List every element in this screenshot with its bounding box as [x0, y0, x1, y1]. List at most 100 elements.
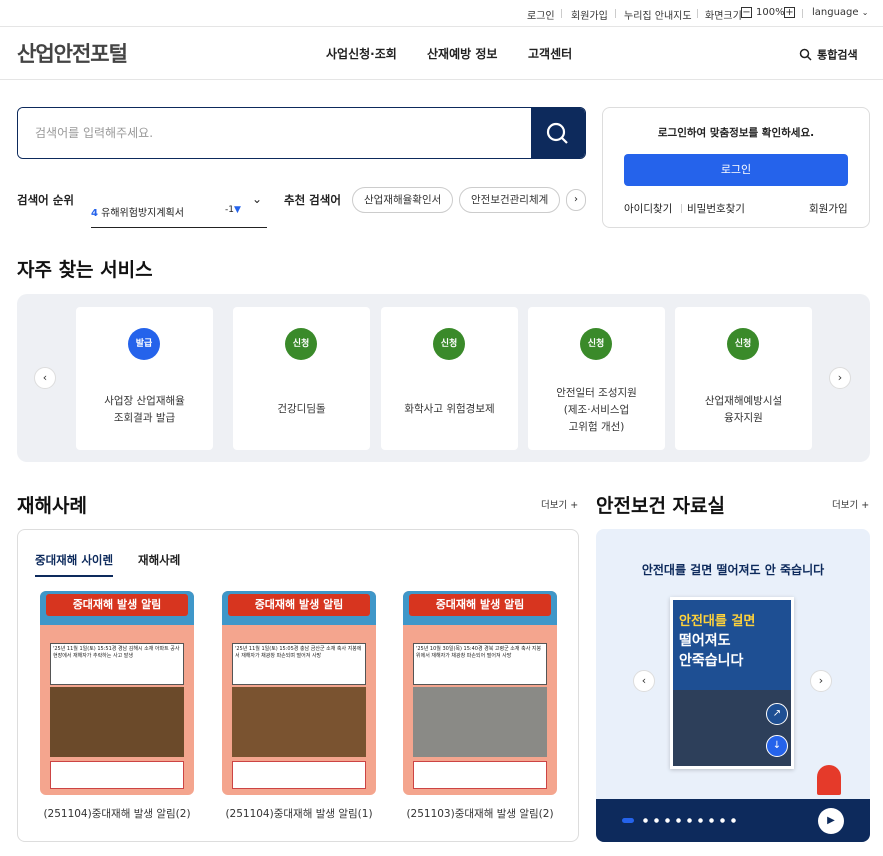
resources-title: 안전보건 자료실 [596, 495, 725, 517]
next-arrow-icon[interactable]: › [810, 670, 832, 692]
global-search-label: 통합검색 [817, 48, 858, 62]
plus-icon: + [570, 500, 579, 511]
recommend-chip[interactable]: 산업재해율확인서 [352, 187, 454, 213]
language-select[interactable]: language ⌄ [812, 7, 868, 18]
banner-title: 안전대를 걸면 떨어져도 안 죽습니다 [641, 563, 825, 577]
login-panel: 로그인하여 맞춤정보를 확인하세요. 로그인 아이디찾기 비밀번호찾기 회원가입 [602, 107, 870, 228]
util-login-link[interactable]: 로그인 [527, 7, 555, 22]
menu-support[interactable]: 고객센터 [528, 45, 572, 62]
rank-label: 검색어 순위 [17, 193, 74, 207]
service-label: 안전일터 조성지원 (제조·서비스업 고위험 개선) [556, 387, 637, 433]
cases-title: 재해사례 [17, 495, 87, 517]
menu-apply[interactable]: 사업신청·조회 [326, 45, 397, 62]
case-caption[interactable]: (251103)중대재해 발생 알림(2) [395, 806, 565, 821]
divider [802, 9, 803, 18]
chevron-right-icon[interactable]: › [566, 189, 586, 211]
case-caption[interactable]: (251104)중대재해 발생 알림(2) [32, 806, 202, 821]
resource-book-cover[interactable]: 안전대를 걸면 떨어져도 안죽습니다 ↗ ↓ [670, 597, 794, 769]
search-button[interactable] [531, 108, 585, 158]
poster-footer [413, 761, 547, 789]
chevron-down-icon[interactable]: ⌄ [252, 192, 262, 206]
case-caption[interactable]: (251104)중대재해 발생 알림(1) [214, 806, 384, 821]
util-join-link[interactable]: 회원가입 [571, 7, 608, 22]
recommend-label: 추천 검색어 [284, 193, 341, 207]
search-icon [546, 122, 568, 144]
service-badge: 신청 [285, 328, 317, 360]
menu-prevention[interactable]: 산재예방 정보 [427, 45, 497, 62]
tab-disaster-cases[interactable]: 재해사례 [138, 552, 180, 568]
find-id-link[interactable]: 아이디찾기 [624, 201, 672, 216]
more-label: 더보기 [832, 500, 859, 511]
search-input[interactable] [18, 108, 532, 158]
service-card[interactable]: 발급 사업장 산업재해율 조회결과 발급 [76, 307, 213, 450]
services-carousel: ‹ 발급 사업장 산업재해율 조회결과 발급 신청 건강디딤돌 신청 화학사고 … [17, 294, 870, 462]
case-poster[interactable]: 중대재해 발생 알림 '25년 11월 1일(토) 15:51경 경남 김해시 … [40, 591, 194, 795]
search-rank-ticker[interactable]: 4 유해위험방지계획서 -1▼ ⌄ [91, 180, 267, 228]
service-card[interactable]: 신청 산업재해예방시설 융자지원 [675, 307, 812, 450]
pagination-dot-active[interactable] [622, 818, 634, 823]
join-link[interactable]: 회원가입 [809, 201, 848, 216]
pagination-dots[interactable] [640, 818, 740, 823]
recommend-chip[interactable]: 안전보건관리체계 [459, 187, 561, 213]
poster-title: 중대재해 발생 알림 [46, 594, 188, 616]
poster-title: 중대재해 발생 알림 [409, 594, 551, 616]
tab-serious-siren[interactable]: 중대재해 사이렌 [35, 552, 114, 577]
find-pw-link[interactable]: 비밀번호찾기 [687, 201, 745, 216]
divider [681, 204, 682, 213]
login-button[interactable]: 로그인 [624, 154, 848, 186]
divider [615, 9, 616, 18]
service-card[interactable]: 신청 건강디딤돌 [233, 307, 370, 450]
services-title: 자주 찾는 서비스 [17, 259, 153, 281]
zoom-in-button[interactable]: + [784, 7, 795, 19]
divider [697, 9, 698, 18]
play-icon[interactable]: ▶ [818, 808, 844, 834]
service-card[interactable]: 신청 화학사고 위험경보제 [381, 307, 518, 450]
zoom-label: 화면크기 [705, 11, 742, 22]
siren-icon [814, 761, 844, 799]
rank-item-text: 유해위험방지계획서 [101, 208, 184, 219]
login-message: 로그인하여 맞춤정보를 확인하세요. [657, 127, 815, 139]
cases-more-link[interactable]: 더보기 + [541, 497, 578, 511]
rank-change: -1▼ [225, 205, 241, 215]
chevron-down-icon: ⌄ [861, 8, 869, 17]
case-poster[interactable]: 중대재해 발생 알림 '25년 11월 1일(토) 15:05경 충남 금산군 … [222, 591, 376, 795]
arrow-down-icon: ▼ [233, 205, 241, 215]
poster-image [413, 687, 547, 757]
poster-footer [232, 761, 366, 789]
cases-panel: 중대재해 사이렌 재해사례 중대재해 발생 알림 '25년 11월 1일(토) … [17, 529, 579, 842]
resources-more-link[interactable]: 더보기 + [832, 497, 869, 511]
zoom-out-button[interactable]: − [741, 7, 752, 19]
main-header: 산업안전포털 사업신청·조회 산재예방 정보 고객센터 통합검색 [0, 27, 883, 80]
service-badge: 발급 [128, 328, 160, 360]
rank-change-value: -1 [225, 205, 234, 215]
service-card[interactable]: 신청 안전일터 조성지원 (제조·서비스업 고위험 개선) [528, 307, 665, 450]
poster-description: '25년 11월 1일(토) 15:05경 충남 금산군 소재 축사 지붕에서 … [232, 643, 366, 685]
divider [561, 9, 562, 18]
zoom-out-icon: − [741, 7, 752, 18]
book-line-1: 안전대를 걸면 [679, 614, 756, 629]
util-sitemap-link[interactable]: 누리집 안내지도 [624, 7, 692, 22]
book-line-3: 안죽습니다 [679, 653, 744, 669]
service-badge: 신청 [727, 328, 759, 360]
banner-controls: ▶ [596, 799, 870, 842]
resources-banner: 안전대를 걸면 떨어져도 안 죽습니다 안전대를 걸면 떨어져도 안죽습니다 ↗… [596, 529, 870, 842]
service-badge: 신청 [433, 328, 465, 360]
case-poster[interactable]: 중대재해 발생 알림 '25년 10월 30일(목) 15:40경 경북 고령군… [403, 591, 557, 795]
poster-title: 중대재해 발생 알림 [228, 594, 370, 616]
download-icon[interactable]: ↓ [766, 735, 788, 757]
poster-description: '25년 11월 1일(토) 15:51경 경남 김해시 소재 아파트 공사 현… [50, 643, 184, 685]
poster-footer [50, 761, 184, 789]
external-link-icon[interactable]: ↗ [766, 703, 788, 725]
global-search-button[interactable]: 통합검색 [799, 44, 858, 63]
service-label: 화학사고 위험경보제 [404, 403, 495, 415]
prev-arrow-icon[interactable]: ‹ [34, 367, 56, 389]
rank-number: 4 [91, 208, 98, 219]
more-label: 더보기 [541, 500, 568, 511]
book-line-2: 떨어져도 [679, 633, 731, 649]
rank-item: 4 유해위험방지계획서 [91, 204, 184, 219]
poster-image [50, 687, 184, 757]
next-arrow-icon[interactable]: › [829, 367, 851, 389]
site-logo[interactable]: 산업안전포털 [17, 38, 128, 68]
service-label: 건강디딤돌 [277, 403, 326, 415]
prev-arrow-icon[interactable]: ‹ [633, 670, 655, 692]
